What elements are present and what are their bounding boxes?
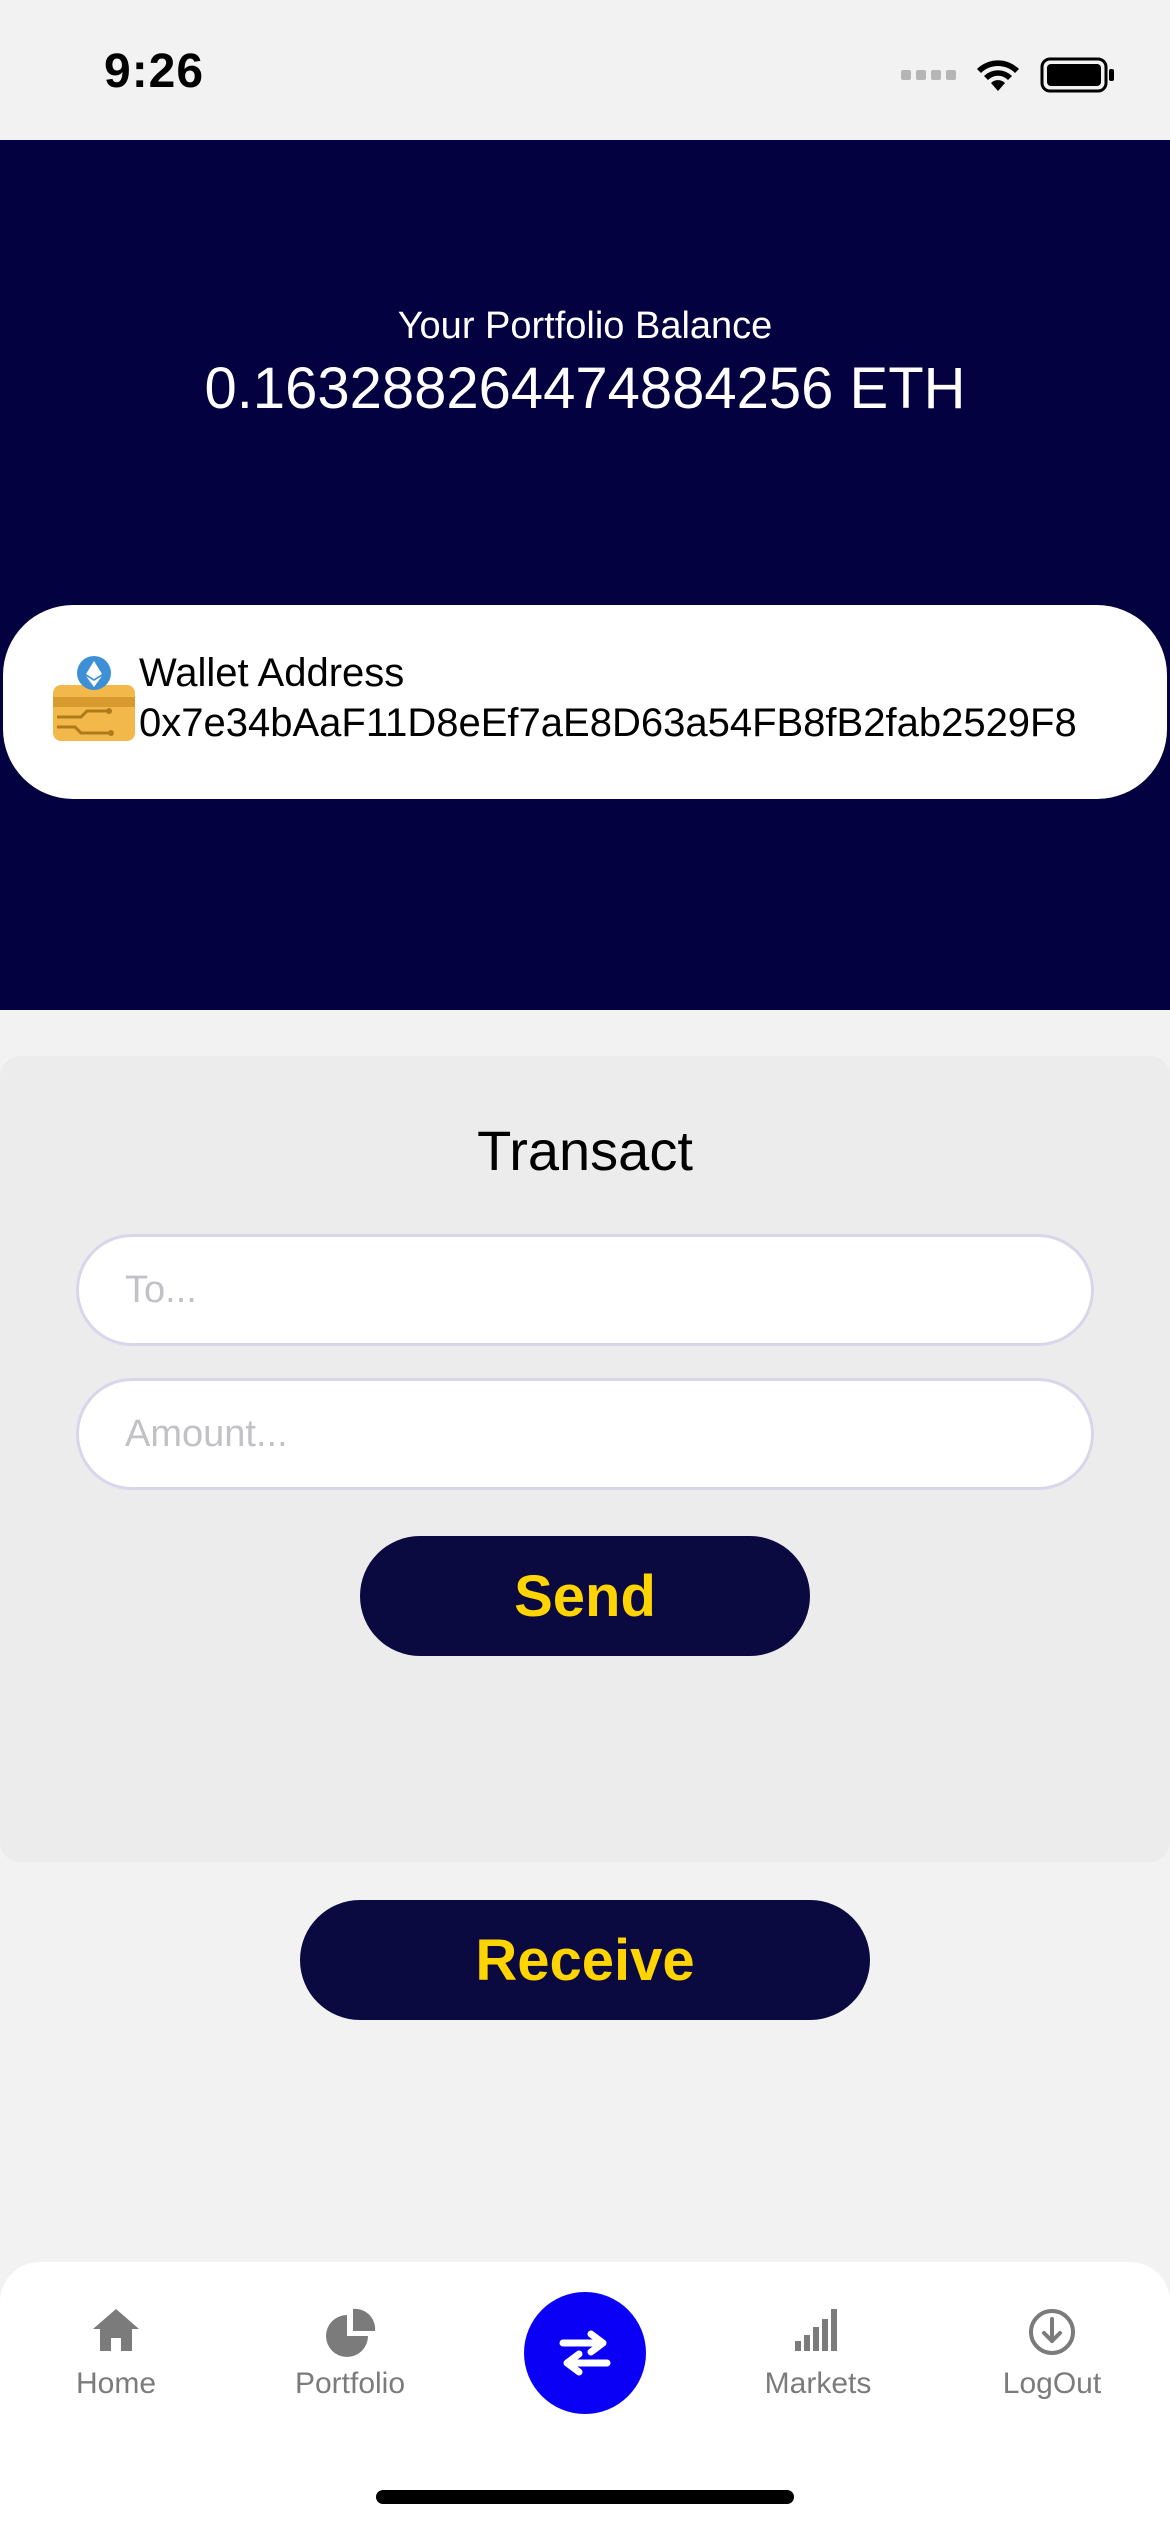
wallet-address-label: Wallet Address (139, 651, 405, 695)
tab-home[interactable]: Home (36, 2307, 196, 2407)
wallet-card-icon (53, 656, 135, 741)
send-button[interactable]: Send (360, 1536, 810, 1656)
tab-logout[interactable]: LogOut (972, 2307, 1132, 2407)
balance-label: Your Portfolio Balance (397, 305, 773, 347)
home-icon (93, 2309, 139, 2351)
wallet-address-value[interactable]: 0x7e34bAaF11D8eEf7aE8D63a54FB8fB2fab2529… (139, 701, 1077, 746)
logout-icon (1029, 2309, 1075, 2355)
transact-tab-button[interactable] (524, 2292, 646, 2414)
status-icons (901, 52, 1116, 98)
bar-chart-icon (795, 2309, 837, 2351)
transact-title: Transact (477, 1119, 693, 1182)
tab-portfolio[interactable]: Portfolio (270, 2307, 430, 2407)
pie-chart-icon (326, 2308, 376, 2357)
tab-label: Home (75, 2367, 157, 2400)
tab-label: Markets (764, 2367, 872, 2400)
battery-icon (1040, 57, 1114, 93)
receive-button[interactable]: Receive (300, 1900, 870, 2020)
amount-input[interactable] (76, 1378, 1094, 1490)
home-indicator (376, 2490, 794, 2504)
transact-card: Transact Send (0, 1056, 1170, 1862)
status-bar: 9:26 (0, 0, 1170, 140)
wallet-address-card[interactable]: Wallet Address 0x7e34bAaF11D8eEf7aE8D63a… (3, 605, 1167, 799)
to-address-input[interactable] (76, 1234, 1094, 1346)
cellular-signal-icon (901, 70, 956, 80)
tab-label: Portfolio (294, 2367, 406, 2400)
status-time: 9:26 (104, 45, 205, 98)
balance-value: 0.163288264474884256 ETH (204, 356, 966, 421)
portfolio-header: Your Portfolio Balance 0.163288264474884… (0, 140, 1170, 1010)
wifi-icon (977, 60, 1019, 91)
tab-markets[interactable]: Markets (738, 2307, 898, 2407)
tab-label: LogOut (1002, 2367, 1102, 2400)
swap-icon (559, 2330, 611, 2376)
